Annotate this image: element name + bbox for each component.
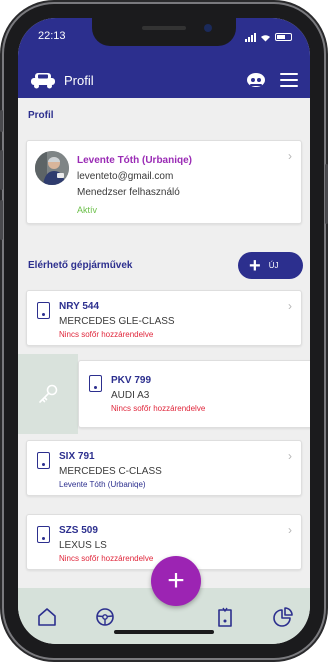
phone-device-icon <box>37 452 50 469</box>
chevron-right-icon: › <box>288 149 292 163</box>
notch <box>92 18 236 46</box>
vehicle-card[interactable]: PKV 799 AUDI A3 Nincs sofőr hozzárendelv… <box>78 360 310 428</box>
camera <box>204 24 212 32</box>
profile-status: Aktív <box>77 205 98 215</box>
status-icons <box>245 30 292 44</box>
speaker <box>142 26 186 30</box>
phone-device-icon <box>37 302 50 319</box>
status-time: 22:13 <box>38 30 66 42</box>
vehicle-driver: Nincs sofőr hozzárendelve <box>111 404 206 413</box>
vehicle-plate: NRY 544 <box>59 301 100 312</box>
home-indicator <box>114 630 214 634</box>
car-icon[interactable] <box>30 71 56 89</box>
volume-up-button <box>0 150 3 190</box>
key-icon <box>39 384 58 403</box>
vehicle-plate: PKV 799 <box>111 375 152 386</box>
steering-wheel-icon[interactable] <box>94 606 116 628</box>
volume-down-button <box>0 200 3 240</box>
home-icon[interactable] <box>36 606 58 628</box>
signal-icon <box>245 32 256 42</box>
phone-device-icon <box>89 375 102 392</box>
app-screen: 22:13 Profil Profil Levente Tóth (Urbani… <box>18 18 310 644</box>
vehicle-model: LEXUS LS <box>59 540 107 551</box>
plus-icon: + <box>249 254 261 277</box>
pie-chart-icon[interactable] <box>272 606 294 628</box>
wifi-icon <box>261 34 270 41</box>
vehicle-plate: SZS 509 <box>59 525 98 536</box>
profile-name: Levente Tóth (Urbaniqe) <box>77 155 193 166</box>
nav-row: Profil <box>30 68 298 92</box>
vehicle-driver: Levente Tóth (Urbaniqe) <box>59 480 146 489</box>
page-title: Profil <box>64 72 94 88</box>
header-actions <box>246 72 298 88</box>
vehicles-section-title: Elérhető gépjárművek <box>28 260 133 271</box>
vehicle-plate: SIX 791 <box>59 451 95 462</box>
phone-frame: 22:13 Profil Profil Levente Tóth (Urbani… <box>0 4 328 658</box>
battery-icon <box>275 33 292 41</box>
add-vehicle-button[interactable]: + ÚJ <box>238 252 303 279</box>
add-vehicle-label: ÚJ <box>268 261 279 270</box>
swipe-action-key[interactable] <box>18 354 78 434</box>
chevron-right-icon: › <box>288 449 292 463</box>
menu-icon[interactable] <box>280 73 298 87</box>
chevron-right-icon: › <box>288 523 292 537</box>
vehicle-model: AUDI A3 <box>111 390 150 401</box>
avatar <box>35 151 69 185</box>
vehicle-card[interactable]: NRY 544 MERCEDES GLE-CLASS Nincs sofőr h… <box>26 290 302 346</box>
add-icon[interactable]: + <box>151 556 201 606</box>
main-content: Profil Levente Tóth (Urbaniqe) leventeto… <box>18 98 310 588</box>
vehicle-card[interactable]: SIX 791 MERCEDES C-CLASS Levente Tóth (U… <box>26 440 302 496</box>
profile-card[interactable]: Levente Tóth (Urbaniqe) leventeto@gmail.… <box>26 140 302 224</box>
phone-device-icon <box>37 526 50 543</box>
vehicle-model: MERCEDES C-CLASS <box>59 466 162 477</box>
vehicle-model: MERCEDES GLE-CLASS <box>59 316 175 327</box>
mute-switch <box>0 110 3 132</box>
profile-section-title: Profil <box>28 110 54 121</box>
profile-role: Menedzser felhasználó <box>77 187 180 198</box>
document-icon[interactable] <box>214 606 236 628</box>
profile-email: leventeto@gmail.com <box>77 171 174 182</box>
chevron-right-icon: › <box>288 299 292 313</box>
vehicle-driver: Nincs sofőr hozzárendelve <box>59 330 154 339</box>
profile-icon[interactable] <box>246 72 266 88</box>
vehicle-driver: Nincs sofőr hozzárendelve <box>59 554 154 563</box>
